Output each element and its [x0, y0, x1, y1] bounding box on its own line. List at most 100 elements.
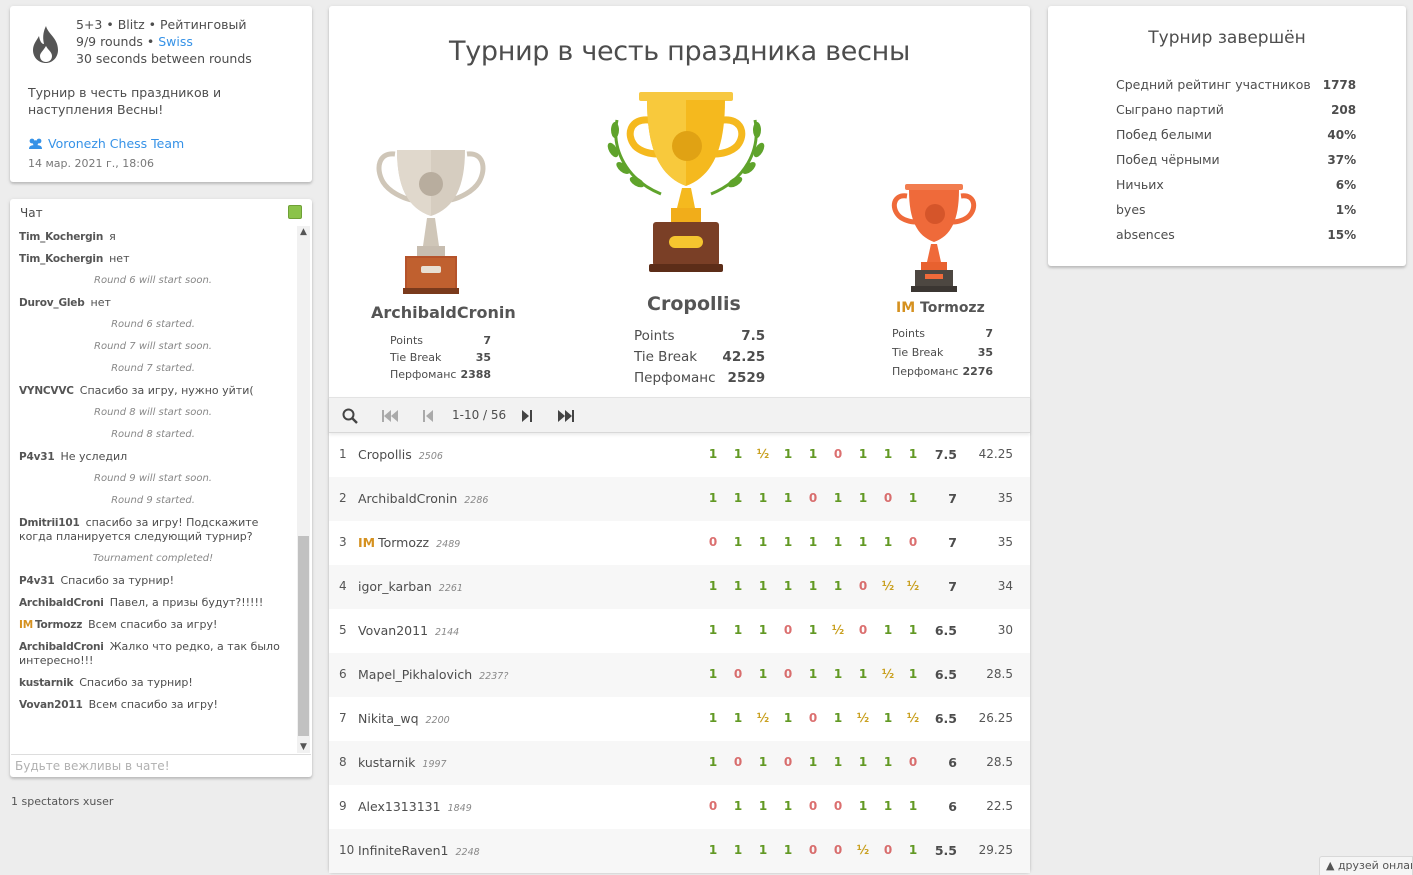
round-result[interactable]: 0 — [878, 491, 898, 505]
round-result[interactable]: 1 — [753, 843, 773, 857]
chat-username-text[interactable]: Tim_Kochergin — [19, 231, 103, 243]
player-username[interactable]: kustarnik — [358, 755, 415, 770]
round-result[interactable]: 1 — [753, 579, 773, 593]
chat-username[interactable]: ArchibaldCroni — [19, 597, 104, 609]
round-result[interactable]: 1 — [778, 843, 798, 857]
round-result[interactable]: 1 — [903, 447, 923, 461]
player-name[interactable]: Mapel_Pikhalovich 2237? — [358, 667, 508, 682]
round-result[interactable]: 1 — [853, 491, 873, 505]
round-result[interactable]: 0 — [803, 711, 823, 725]
round-result[interactable]: 1 — [903, 491, 923, 505]
chat-username-text[interactable]: ArchibaldCroni — [19, 641, 104, 653]
player-name[interactable]: Nikita_wq 2200 — [358, 711, 450, 726]
round-result[interactable]: ½ — [853, 843, 873, 857]
round-result[interactable]: 1 — [878, 535, 898, 549]
round-result[interactable]: 1 — [853, 667, 873, 681]
round-result[interactable]: 1 — [703, 755, 723, 769]
round-result[interactable]: 0 — [903, 535, 923, 549]
round-result[interactable]: ½ — [828, 623, 848, 637]
round-result[interactable]: 1 — [778, 711, 798, 725]
player-username[interactable]: Cropollis — [358, 447, 412, 462]
round-result[interactable]: 0 — [853, 579, 873, 593]
chat-username[interactable]: ArchibaldCroni — [19, 641, 104, 653]
round-result[interactable]: 1 — [728, 579, 748, 593]
round-result[interactable]: 0 — [803, 799, 823, 813]
round-result[interactable]: ½ — [903, 579, 923, 593]
round-result[interactable]: 0 — [778, 667, 798, 681]
round-result[interactable]: 1 — [903, 623, 923, 637]
round-result[interactable]: 1 — [878, 711, 898, 725]
player-username[interactable]: ArchibaldCronin — [358, 491, 457, 506]
search-button[interactable] — [341, 406, 359, 426]
chat-username[interactable]: P4v31 — [19, 575, 55, 587]
scroll-up-icon[interactable]: ▲ — [297, 226, 310, 238]
player-name[interactable]: ArchibaldCronin 2286 — [358, 491, 488, 506]
round-result[interactable]: 1 — [803, 535, 823, 549]
standings-row[interactable]: 2 ArchibaldCronin 2286 1 1 1 1 0 1 1 0 1 7 35 — [329, 477, 1030, 521]
chat-username-text[interactable]: P4v31 — [19, 575, 55, 587]
round-result[interactable]: 1 — [703, 843, 723, 857]
player-username[interactable]: InfiniteRaven1 — [358, 843, 449, 858]
scroll-down-icon[interactable]: ▼ — [297, 741, 310, 753]
chat-username-text[interactable]: Tormozz — [35, 619, 82, 631]
round-result[interactable]: 1 — [703, 711, 723, 725]
round-result[interactable]: 1 — [853, 799, 873, 813]
round-result[interactable]: 0 — [803, 843, 823, 857]
round-result[interactable]: 0 — [703, 535, 723, 549]
standings-row[interactable]: 7 Nikita_wq 2200 1 1 ½ 1 0 1 ½ 1 ½ 6.5 26.25 — [329, 697, 1030, 741]
round-result[interactable]: 1 — [803, 447, 823, 461]
player-username[interactable]: Vovan2011 — [358, 623, 428, 638]
chat-username[interactable]: Dmitrii101 — [19, 517, 80, 529]
round-result[interactable]: 1 — [728, 447, 748, 461]
round-result[interactable]: ½ — [753, 447, 773, 461]
round-result[interactable]: 1 — [878, 447, 898, 461]
round-result[interactable]: 0 — [828, 447, 848, 461]
standings-row[interactable]: 4 igor_karban 2261 1 1 1 1 1 1 0 ½ ½ 7 34 — [329, 565, 1030, 609]
chat-username[interactable]: IM Tormozz — [19, 619, 82, 631]
swiss-link[interactable]: Swiss — [158, 34, 193, 49]
podium-second-name[interactable]: ArchibaldCronin — [371, 303, 516, 322]
round-result[interactable]: 0 — [878, 843, 898, 857]
round-result[interactable]: 1 — [703, 667, 723, 681]
round-result[interactable]: 1 — [803, 579, 823, 593]
player-username[interactable]: Mapel_Pikhalovich — [358, 667, 472, 682]
round-result[interactable]: 0 — [903, 755, 923, 769]
player-username[interactable]: Nikita_wq — [358, 711, 419, 726]
chat-username-text[interactable]: kustarnik — [19, 677, 73, 689]
chat-username-text[interactable]: Vovan2011 — [19, 699, 83, 711]
chat-username[interactable]: Tim_Kochergin — [19, 231, 103, 243]
round-result[interactable]: 1 — [778, 579, 798, 593]
player-name[interactable]: igor_karban 2261 — [358, 579, 463, 594]
chat-username[interactable]: Tim_Kochergin — [19, 253, 103, 265]
chat-username-text[interactable]: Tim_Kochergin — [19, 253, 103, 265]
standings-row[interactable]: 10 InfiniteRaven1 2248 1 1 1 1 0 0 ½ 0 1 5.5 29.25 — [329, 829, 1030, 873]
podium-third-name[interactable]: IM Tormozz — [896, 300, 985, 316]
round-result[interactable]: 1 — [803, 667, 823, 681]
player-username[interactable]: Tormozz — [378, 535, 429, 550]
round-result[interactable]: 1 — [703, 491, 723, 505]
round-result[interactable]: ½ — [878, 579, 898, 593]
round-result[interactable]: 1 — [853, 755, 873, 769]
friends-online-button[interactable]: ▲ друзей онлайн — [1319, 856, 1413, 875]
round-result[interactable]: 1 — [728, 623, 748, 637]
chat-input[interactable]: Будьте вежливы в чате! — [11, 754, 311, 776]
round-result[interactable]: 0 — [778, 755, 798, 769]
team-name[interactable]: Voronezh Chess Team — [48, 136, 184, 151]
prev-page-button[interactable] — [420, 406, 436, 426]
chat-username[interactable]: P4v31 — [19, 451, 55, 463]
chat-username[interactable]: kustarnik — [19, 677, 73, 689]
chat-toggle-checkbox[interactable] — [288, 205, 302, 219]
round-result[interactable]: 1 — [803, 755, 823, 769]
round-result[interactable]: ½ — [903, 711, 923, 725]
round-result[interactable]: 1 — [703, 579, 723, 593]
team-link[interactable]: Voronezh Chess Team — [28, 136, 184, 151]
player-name[interactable]: Vovan2011 2144 — [358, 623, 459, 638]
round-result[interactable]: 1 — [753, 623, 773, 637]
standings-row[interactable]: 9 Alex1313131 1849 0 1 1 1 0 0 1 1 1 6 22.5 — [329, 785, 1030, 829]
round-result[interactable]: 0 — [828, 799, 848, 813]
round-result[interactable]: 1 — [728, 843, 748, 857]
player-name[interactable]: IM Tormozz 2489 — [358, 535, 460, 550]
round-result[interactable]: 0 — [778, 623, 798, 637]
round-result[interactable]: 1 — [778, 491, 798, 505]
standings-row[interactable]: 6 Mapel_Pikhalovich 2237? 1 0 1 0 1 1 1 ½ 1 6.5 28.5 — [329, 653, 1030, 697]
